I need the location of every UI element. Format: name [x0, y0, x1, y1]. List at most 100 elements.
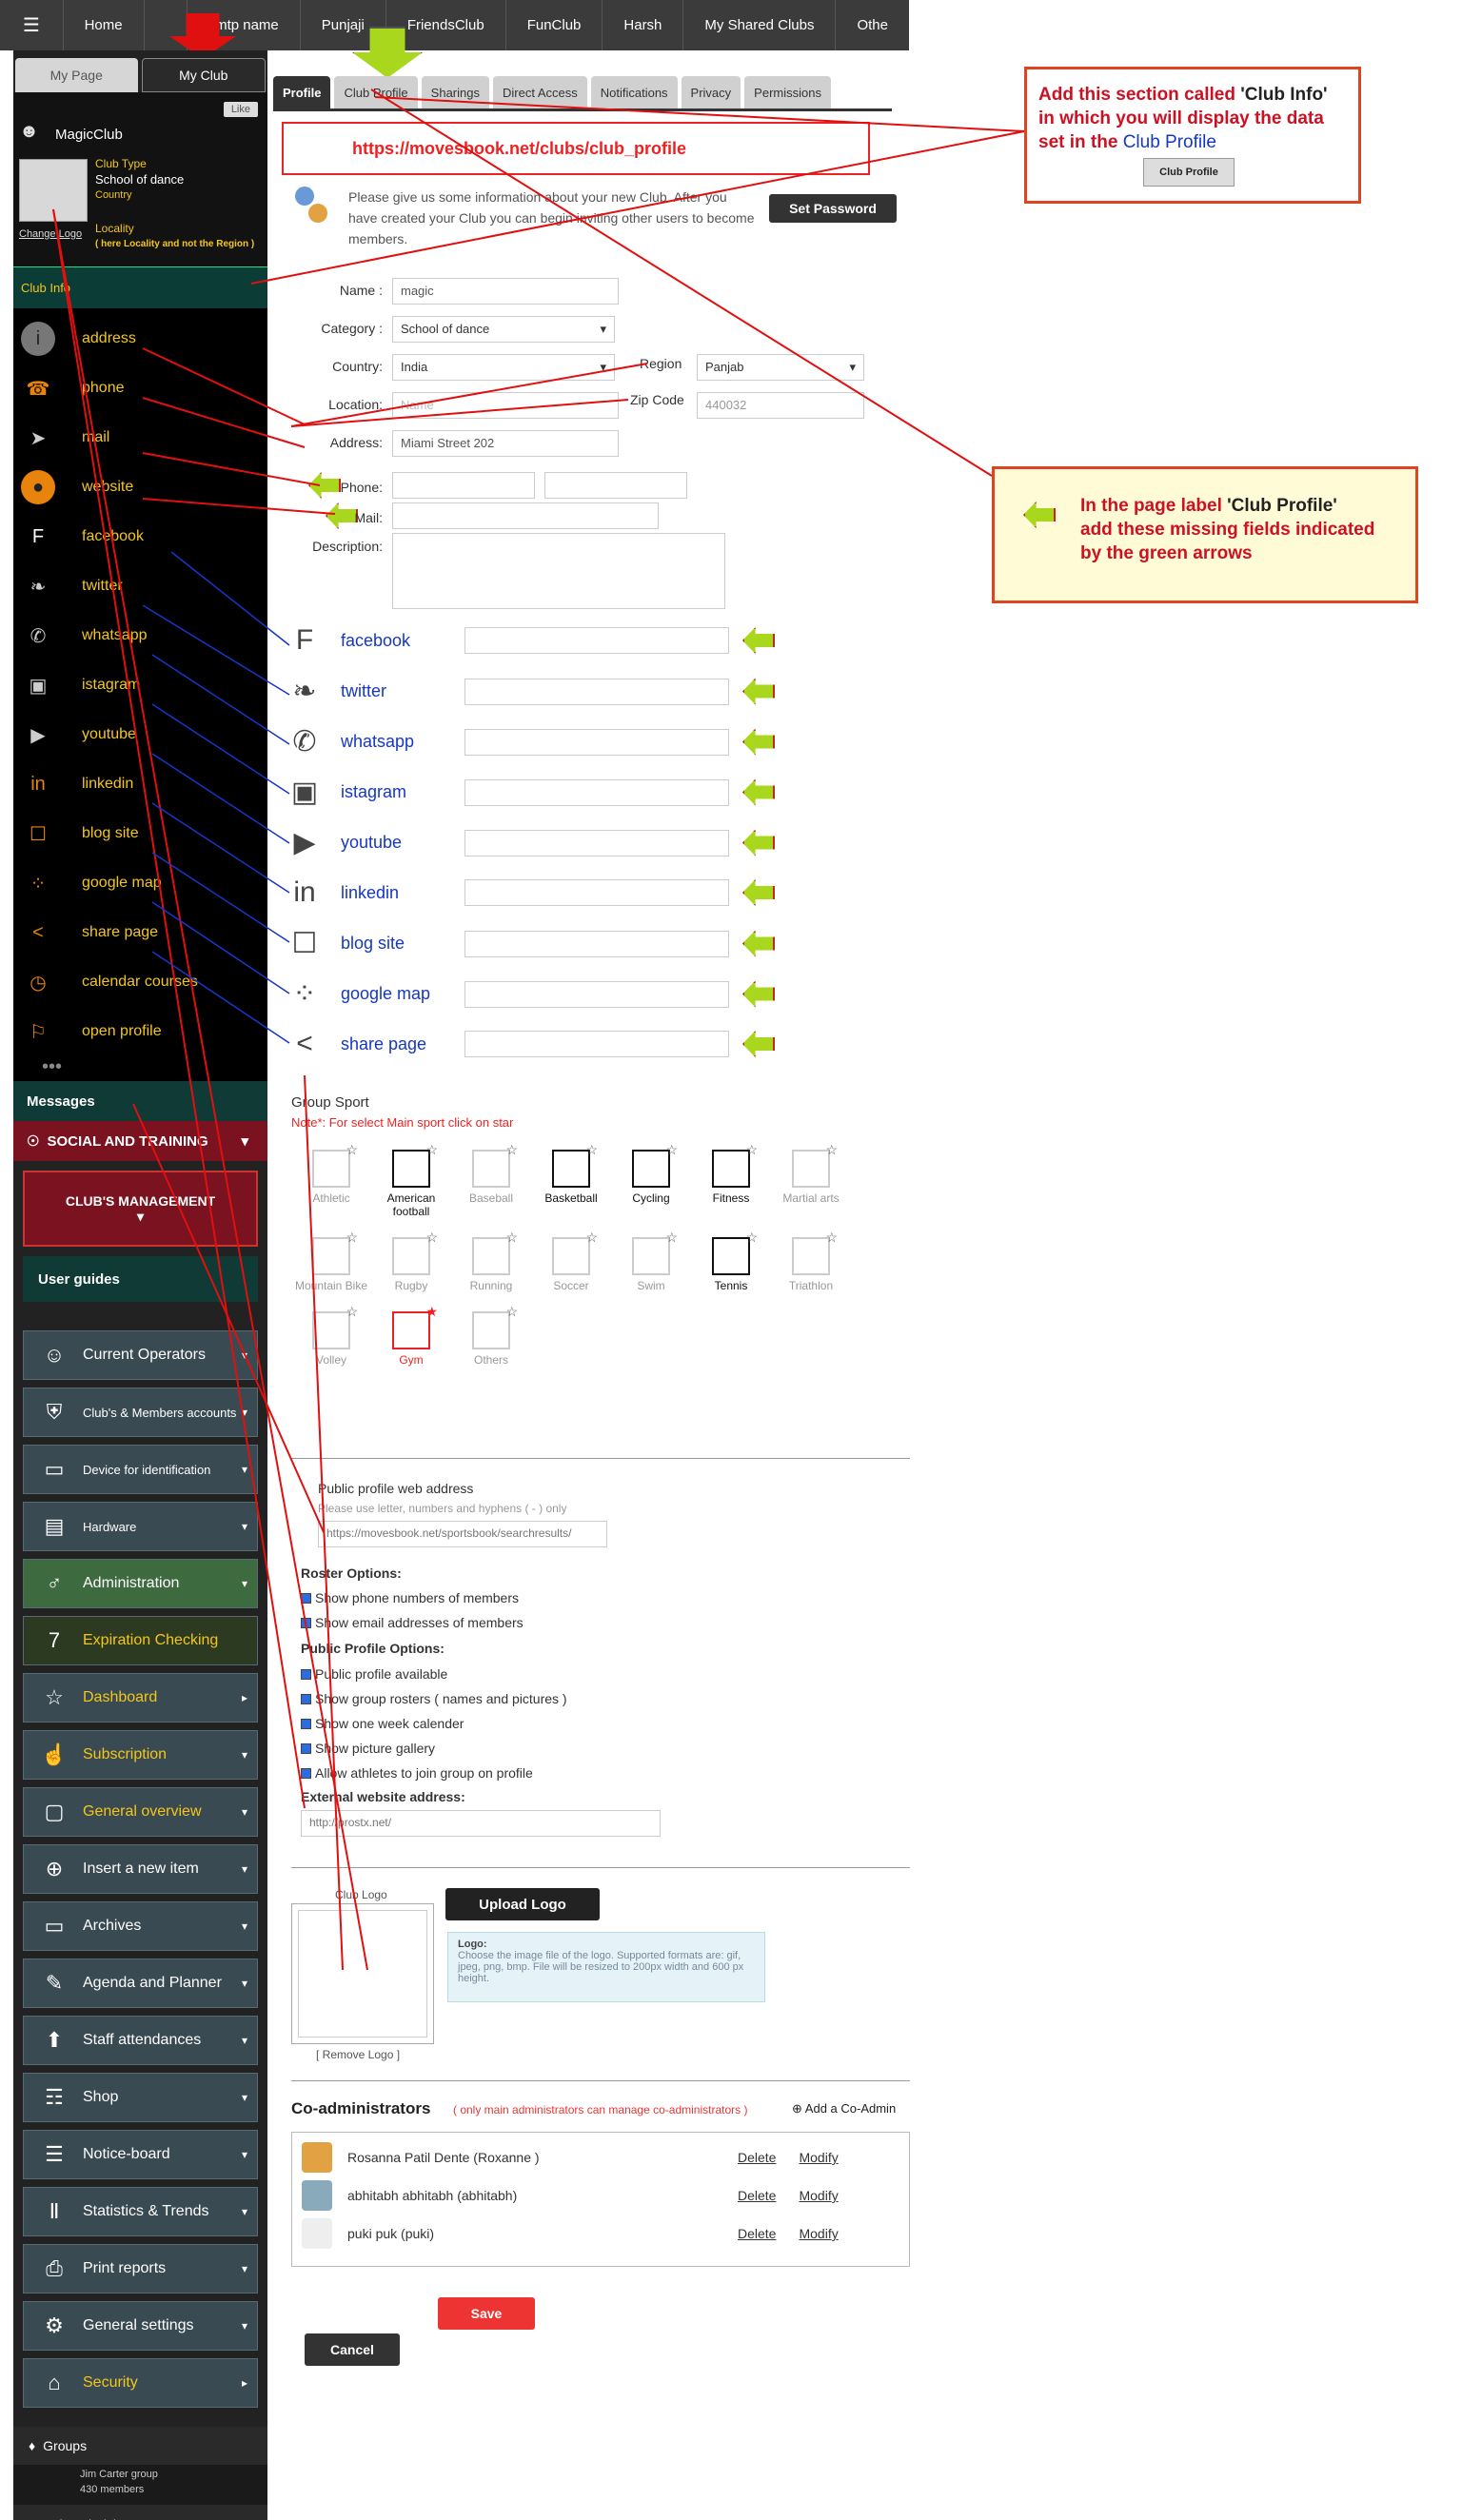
menu-statistics-trends[interactable]: Ⅱ Statistics & Trends ▾: [23, 2187, 258, 2236]
star-icon[interactable]: ☆: [665, 1142, 678, 1158]
checkbox-icon[interactable]: [301, 1767, 311, 1779]
topnav-tab[interactable]: FunClub: [504, 0, 603, 50]
add-coadmin-button[interactable]: ⊕ Add a Co-Admin: [792, 2101, 896, 2116]
save-button[interactable]: Save: [438, 2297, 535, 2330]
social-field-input[interactable]: [464, 778, 729, 806]
star-icon[interactable]: ☆: [346, 1230, 358, 1246]
social-field-input[interactable]: [464, 879, 729, 906]
phone-input-1[interactable]: [392, 472, 535, 499]
menu-shop[interactable]: ☶ Shop ▾: [23, 2073, 258, 2122]
sidebar-item-istagram[interactable]: ▣ istagram: [13, 660, 267, 710]
option-checkbox[interactable]: Show picture gallery: [301, 1736, 567, 1761]
tab-sharings[interactable]: Sharings: [421, 76, 489, 108]
star-icon[interactable]: ☆: [665, 1230, 678, 1246]
tab-privacy[interactable]: Privacy: [681, 76, 741, 108]
sport-basketball[interactable]: ☆ Basketball: [531, 1142, 611, 1218]
social-field-input[interactable]: [464, 930, 729, 957]
social-field-input[interactable]: [464, 678, 729, 705]
sidebar-item-open-profile[interactable]: ⚐ open profile: [13, 1007, 267, 1056]
modify-link[interactable]: Modify: [799, 2150, 838, 2165]
option-checkbox[interactable]: Show email addresses of members: [301, 1610, 524, 1635]
category-select[interactable]: School of dance ▾: [392, 316, 615, 343]
set-password-button[interactable]: Set Password: [769, 194, 897, 223]
social-field-input[interactable]: [464, 627, 729, 654]
tab-notifications[interactable]: Notifications: [590, 76, 678, 108]
menu-general-overview[interactable]: ▢ General overview ▾: [23, 1787, 258, 1837]
sport-mountain-bike[interactable]: ☆ Mountain Bike: [291, 1230, 371, 1292]
topnav-tab[interactable]: Harsh: [602, 0, 682, 50]
group-item[interactable]: Jim Carter group 430 members: [13, 2465, 267, 2505]
checkbox-icon[interactable]: [301, 1617, 311, 1628]
delete-link[interactable]: Delete: [738, 2188, 776, 2203]
tab-club-profile[interactable]: Club Profile: [334, 76, 418, 108]
location-input[interactable]: Name: [392, 392, 619, 419]
star-icon[interactable]: ☆: [825, 1230, 838, 1246]
star-icon[interactable]: ☆: [745, 1142, 758, 1158]
sidebar-item-address[interactable]: i address: [13, 314, 267, 364]
social-field-input[interactable]: [464, 728, 729, 756]
sidebar-item-phone[interactable]: ☎ phone: [13, 364, 267, 413]
sidebar-item-calendar-courses[interactable]: ◷ calendar courses: [13, 957, 267, 1007]
messages-bar[interactable]: Messages: [13, 1081, 267, 1121]
region-select[interactable]: Panjab ▾: [697, 354, 864, 381]
groups-bar[interactable]: ♦ Groups: [13, 2427, 267, 2465]
option-checkbox[interactable]: Show group rosters ( names and pictures …: [301, 1686, 567, 1711]
sport-cycling[interactable]: ☆ Cycling: [611, 1142, 691, 1218]
club-management-button[interactable]: CLUB'S MANAGEMENT ▾: [23, 1171, 258, 1247]
topnav-tab[interactable]: My Shared Clubs: [682, 0, 835, 50]
menu-hardware[interactable]: ▤ Hardware ▾: [23, 1502, 258, 1551]
sidebar-item-youtube[interactable]: ▶ youtube: [13, 710, 267, 759]
sport-swim[interactable]: ☆ Swim: [611, 1230, 691, 1292]
name-input[interactable]: magic: [392, 278, 619, 305]
sidebar-item-blog-site[interactable]: ☐ blog site: [13, 809, 267, 858]
checkbox-icon[interactable]: [301, 1742, 311, 1754]
social-field-input[interactable]: [464, 1031, 729, 1057]
checkbox-icon[interactable]: [301, 1592, 311, 1604]
sidebar-item-linkedin[interactable]: in linkedin: [13, 759, 267, 809]
menu-general-settings[interactable]: ⚙ General settings ▾: [23, 2301, 258, 2351]
social-field-input[interactable]: [464, 829, 729, 856]
checkbox-icon[interactable]: [301, 1668, 311, 1680]
menu-expiration-checking[interactable]: 7 Expiration Checking: [23, 1616, 258, 1665]
star-icon[interactable]: ☆: [585, 1142, 598, 1158]
option-checkbox[interactable]: Show phone numbers of members: [301, 1585, 524, 1610]
menu-archives[interactable]: ▭ Archives ▾: [23, 1901, 258, 1951]
menu-administration[interactable]: ♂ Administration ▾: [23, 1559, 258, 1608]
sport-tennis[interactable]: ☆ Tennis: [691, 1230, 771, 1292]
star-icon[interactable]: ☆: [425, 1142, 438, 1158]
star-icon[interactable]: ☆: [505, 1230, 518, 1246]
menu-notice-board[interactable]: ☰ Notice-board ▾: [23, 2130, 258, 2179]
sport-athletic[interactable]: ☆ Athletic: [291, 1142, 371, 1218]
mail-input[interactable]: [392, 502, 659, 529]
social-field-input[interactable]: [464, 980, 729, 1008]
sidebar-item-website[interactable]: ● website: [13, 463, 267, 512]
club-info-bar[interactable]: Club Info: [13, 266, 267, 308]
tab-my-page[interactable]: My Page: [15, 58, 138, 92]
like-button[interactable]: Like: [223, 102, 258, 117]
sport-running[interactable]: ☆ Running: [451, 1230, 531, 1292]
menu-subscription[interactable]: ☝ Subscription ▾: [23, 1730, 258, 1780]
sidebar-item-google-map[interactable]: ⁘ google map: [13, 858, 267, 908]
sport-gym[interactable]: ★ Gym: [371, 1304, 451, 1367]
external-input[interactable]: http://prostx.net/: [301, 1810, 661, 1837]
remove-logo-link[interactable]: [ Remove Logo ]: [316, 2048, 400, 2061]
tab-permissions[interactable]: Permissions: [744, 76, 831, 108]
menu-club-s-members-accounts[interactable]: ⛨ Club's & Members accounts ▾: [23, 1388, 258, 1437]
sport-american-football[interactable]: ☆ American football: [371, 1142, 451, 1218]
social-training-bar[interactable]: ☉ SOCIAL AND TRAINING ▾: [13, 1121, 267, 1161]
sport-baseball[interactable]: ☆ Baseball: [451, 1142, 531, 1218]
star-icon[interactable]: ☆: [346, 1142, 358, 1158]
sport-volley[interactable]: ☆ Volley: [291, 1304, 371, 1367]
menu-device-for-identification[interactable]: ▭ Device for identification ▾: [23, 1445, 258, 1494]
tab-direct-access[interactable]: Direct Access: [492, 76, 587, 108]
shared-clubs-bar[interactable]: Shared Clubs: [13, 2505, 267, 2520]
star-icon[interactable]: ☆: [505, 1304, 518, 1320]
address-input[interactable]: Miami Street 202: [392, 430, 619, 457]
delete-link[interactable]: Delete: [738, 2150, 776, 2165]
checkbox-icon[interactable]: [301, 1693, 311, 1704]
description-textarea[interactable]: [392, 533, 725, 609]
topnav-tab[interactable]: Home: [62, 0, 144, 50]
star-icon[interactable]: ☆: [825, 1142, 838, 1158]
star-icon[interactable]: ☆: [425, 1230, 438, 1246]
menu-security[interactable]: ⌂ Security ▸: [23, 2358, 258, 2408]
